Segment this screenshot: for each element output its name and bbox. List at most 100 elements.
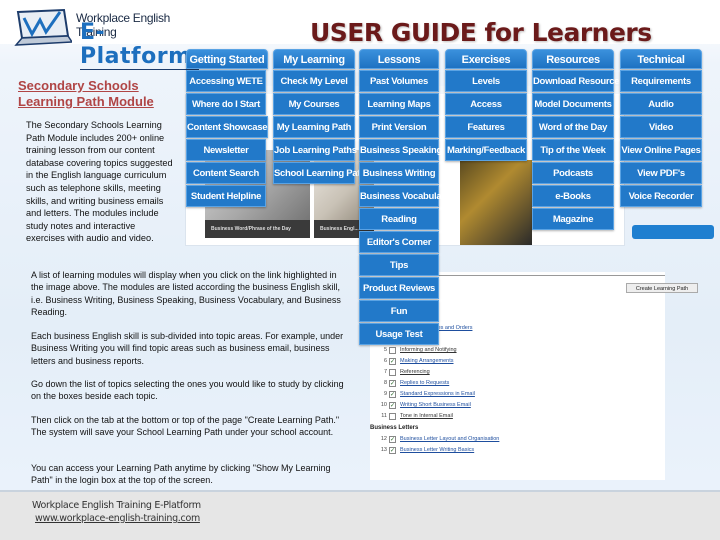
menu-item-marking-feedback[interactable]: Marking/Feedback xyxy=(445,139,527,161)
menu-item-my-courses[interactable]: My Courses xyxy=(273,93,355,115)
topic-row: 13 ✓ Business Letter Writing Basics xyxy=(376,445,576,456)
menu-item-where-do-i-start[interactable]: Where do I Start xyxy=(186,93,266,115)
topic-row: 9 ✓ Standard Expressions in Email xyxy=(376,389,576,400)
menu-item-requirements[interactable]: Requirements xyxy=(620,70,702,92)
section-description: The Secondary Schools Learning Path Modu… xyxy=(26,120,173,244)
menu-item-learning-maps[interactable]: Learning Maps xyxy=(359,93,439,115)
topic-row: 12 ✓ Business Letter Layout and Organisati… xyxy=(376,434,576,445)
instruction-paragraph: You can access your Learning Path anytim… xyxy=(31,463,331,486)
topic-link[interactable]: Tone in Internal Email xyxy=(400,411,453,422)
topic-checkbox[interactable]: ✓ xyxy=(389,436,396,443)
group-heading: Business Letters xyxy=(370,425,419,431)
topic-link[interactable]: Business Letter Layout and Organisation xyxy=(400,434,499,445)
topic-checkbox[interactable] xyxy=(389,369,396,376)
topic-checkbox[interactable]: ✓ xyxy=(389,447,396,454)
topic-link[interactable]: Informing and Notifying xyxy=(400,345,457,356)
menu-item-word-of-the-day[interactable]: Word of the Day xyxy=(532,116,614,138)
instruction-paragraph: Each business English skill is sub-divid… xyxy=(31,331,344,366)
menu-item-view-online-pages[interactable]: View Online Pages xyxy=(620,139,702,161)
menu-item-tips[interactable]: Tips xyxy=(359,254,439,276)
create-learning-path-button[interactable]: Create Learning Path xyxy=(626,283,698,293)
menu-item-fun[interactable]: Fun xyxy=(359,300,439,322)
menu-item-video[interactable]: Video xyxy=(620,116,702,138)
topic-row: 10 ✓ Writing Short Business Email xyxy=(376,400,576,411)
menu-item-podcasts[interactable]: Podcasts xyxy=(532,162,614,184)
menu-header-my-learning[interactable]: My Learning xyxy=(273,49,355,69)
topic-checkbox[interactable] xyxy=(389,347,396,354)
topic-checkbox[interactable]: ✓ xyxy=(389,402,396,409)
footer-website-link[interactable]: www.workplace-english-training.com xyxy=(35,513,200,524)
menu-item-view-pdfs[interactable]: View PDF's xyxy=(620,162,702,184)
topic-checkbox[interactable]: ✓ xyxy=(389,391,396,398)
topic-number: 7 xyxy=(383,369,387,375)
menu-item-business-writing[interactable]: Business Writing xyxy=(359,162,439,184)
menu-item-model-documents[interactable]: Model Documents xyxy=(532,93,614,115)
topic-number: 13 xyxy=(380,447,387,453)
topic-link[interactable]: Standard Expressions in Email xyxy=(400,389,475,400)
footer-company-name: Workplace English Training E-Platform xyxy=(32,500,201,511)
menu-item-my-learning-path[interactable]: My Learning Path xyxy=(273,116,355,138)
menu-item-newsletter[interactable]: Newsletter xyxy=(186,139,266,161)
menu-item-magazine[interactable]: Magazine xyxy=(532,208,614,230)
logo[interactable]: Workplace English Training E-Platform xyxy=(14,6,199,70)
topic-row: 11 Tone in Internal Email xyxy=(376,411,576,422)
topic-link[interactable]: Business Letter Writing Basics xyxy=(400,445,474,456)
topic-link[interactable]: Replies to Requests xyxy=(400,378,449,389)
section-title: Secondary Schools Learning Path Module xyxy=(18,78,154,109)
topic-row: 7 Referencing xyxy=(376,367,576,378)
menu-item-editors-corner[interactable]: Editor's Corner xyxy=(359,231,439,253)
topic-row: 5 Informing and Notifying xyxy=(376,345,576,356)
menu-item-job-learning-paths[interactable]: Job Learning Paths xyxy=(273,139,357,161)
topic-checkbox[interactable] xyxy=(389,413,396,420)
topic-number: 9 xyxy=(383,391,387,397)
topic-number: 11 xyxy=(381,413,387,419)
menu-item-voice-recorder[interactable]: Voice Recorder xyxy=(620,185,702,207)
topic-checkbox[interactable]: ✓ xyxy=(389,358,396,365)
image-caption: Business Word/Phrase of the Day xyxy=(205,220,310,238)
side-bar-highlight xyxy=(632,225,714,239)
menu-header-exercises[interactable]: Exercises xyxy=(445,49,527,69)
menu-header-getting-started[interactable]: Getting Started xyxy=(186,49,268,69)
topic-link[interactable]: Making Arrangements xyxy=(400,356,454,367)
menu-item-product-reviews[interactable]: Product Reviews xyxy=(359,277,439,299)
menu-item-past-volumes[interactable]: Past Volumes xyxy=(359,70,439,92)
menu-item-features[interactable]: Features xyxy=(445,116,527,138)
topic-row: 8 ✓ Replies to Requests xyxy=(376,378,576,389)
menu-item-usage-test[interactable]: Usage Test xyxy=(359,323,439,345)
menu-item-levels[interactable]: Levels xyxy=(445,70,527,92)
menu-item-school-learning-path[interactable]: School Learning Path xyxy=(273,162,366,184)
menu-header-technical[interactable]: Technical xyxy=(620,49,702,69)
menu-item-business-vocabulary[interactable]: Business Vocabulary xyxy=(359,185,450,207)
menu-item-print-version[interactable]: Print Version xyxy=(359,116,439,138)
topic-link[interactable]: Referencing xyxy=(400,367,430,378)
menu-item-accessing-wete[interactable]: Accessing WETE xyxy=(186,70,266,92)
menu-item-reading[interactable]: Reading xyxy=(359,208,439,230)
menu-item-check-my-level[interactable]: Check My Level xyxy=(273,70,355,92)
menu-item-content-showcase[interactable]: Content Showcase xyxy=(186,116,268,138)
menu-header-resources[interactable]: Resources xyxy=(532,49,614,69)
topic-number: 8 xyxy=(383,380,387,386)
menu-item-student-helpline[interactable]: Student Helpline xyxy=(186,185,266,207)
topic-number: 5 xyxy=(383,347,387,353)
menu-header-lessons[interactable]: Lessons xyxy=(359,49,439,69)
menu-item-access[interactable]: Access xyxy=(445,93,527,115)
menu-item-e-books[interactable]: e-Books xyxy=(532,185,614,207)
menu-item-business-speaking[interactable]: Business Speaking xyxy=(359,139,442,161)
header: Workplace English Training E-Platform US… xyxy=(0,0,720,70)
topic-number: 10 xyxy=(380,402,387,408)
instruction-paragraph: Go down the list of topics selecting the… xyxy=(31,379,344,402)
menu-item-audio[interactable]: Audio xyxy=(620,93,702,115)
page-title: USER GUIDE for Learners xyxy=(310,18,652,47)
podcast-phone-image xyxy=(460,160,532,245)
logo-title: E-Platform xyxy=(80,21,199,70)
topic-row: 6 ✓ Making Arrangements xyxy=(376,356,576,367)
topic-checkbox[interactable]: ✓ xyxy=(389,380,396,387)
topic-number: 6 xyxy=(383,358,387,364)
topic-link[interactable]: Writing Short Business Email xyxy=(400,400,471,411)
topic-number: 12 xyxy=(380,436,387,442)
menu-item-tip-of-the-week[interactable]: Tip of the Week xyxy=(532,139,614,161)
menu-item-download-resources[interactable]: Download Resources xyxy=(532,70,625,92)
instruction-paragraph: A list of learning modules will display … xyxy=(31,270,341,318)
instruction-paragraph: Then click on the tab at the bottom or t… xyxy=(31,415,340,438)
menu-item-content-search[interactable]: Content Search xyxy=(186,162,266,184)
